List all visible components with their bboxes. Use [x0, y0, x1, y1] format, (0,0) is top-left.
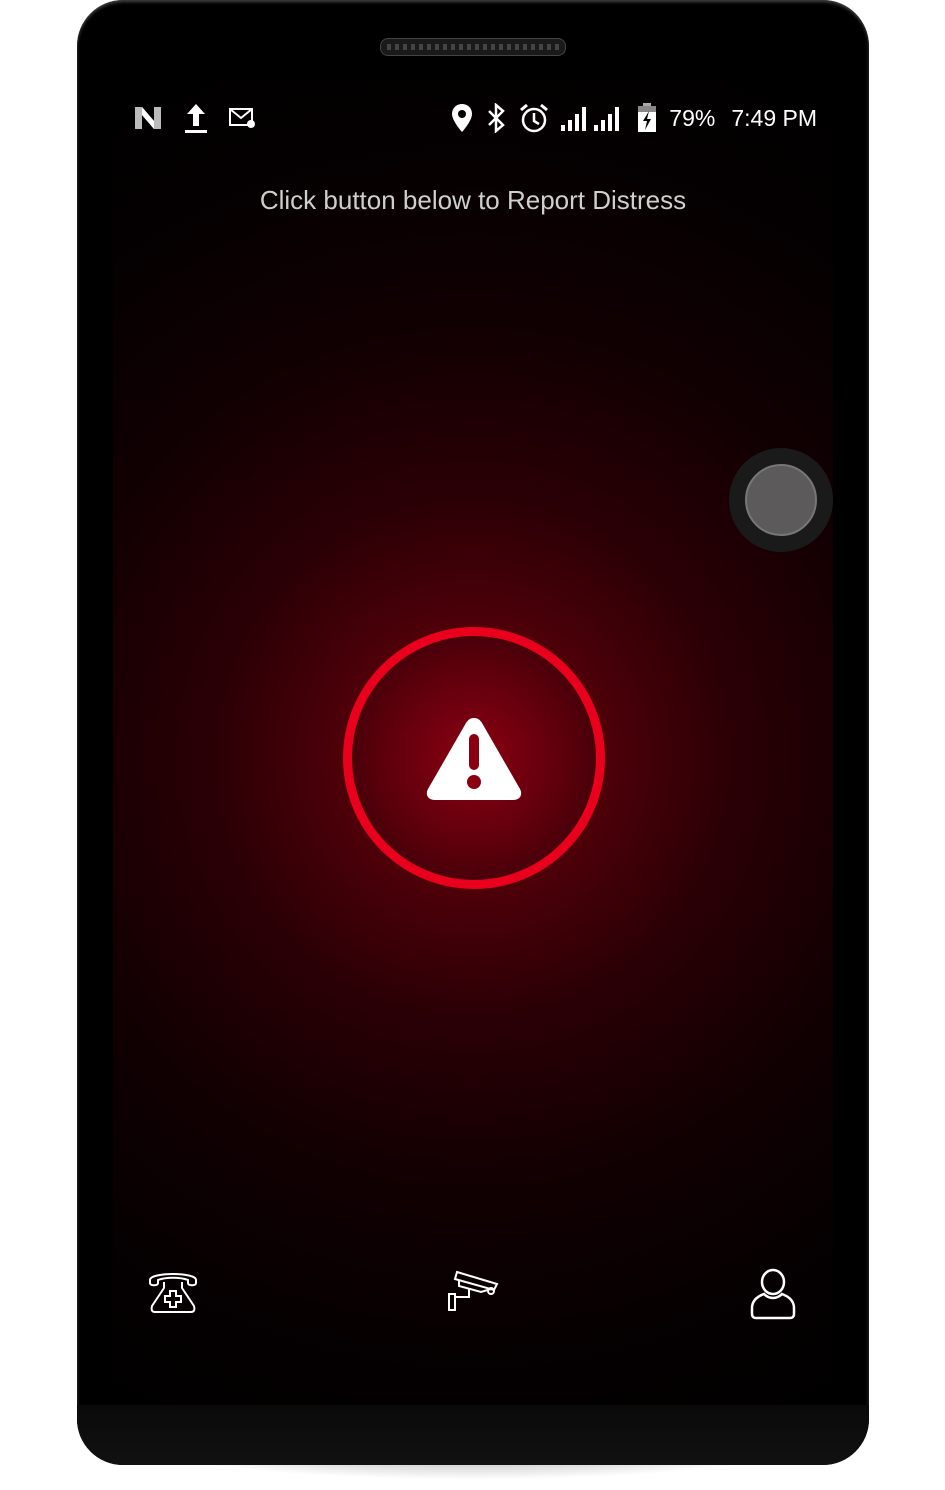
- phone-frame: 79% 7:49 PM Click button below to Report…: [77, 0, 869, 1465]
- alarm-icon: [520, 103, 549, 133]
- upload-icon: [185, 104, 207, 133]
- clock: 7:49 PM: [731, 104, 817, 131]
- profile-icon[interactable]: [750, 1268, 796, 1320]
- n-notification-icon: [135, 107, 161, 129]
- report-distress-button[interactable]: [343, 627, 605, 889]
- phone-chin: [77, 1405, 869, 1465]
- assistive-touch-knob: [745, 464, 817, 536]
- status-bar: 79% 7:49 PM: [133, 100, 817, 136]
- speaker-grille: [380, 38, 566, 56]
- signal-icon: [561, 107, 620, 131]
- battery-charging-icon: [638, 103, 657, 132]
- cctv-camera-icon[interactable]: [447, 1270, 499, 1316]
- report-distress-prompt: Click button below to Report Distress: [259, 185, 687, 215]
- mail-settings-icon: [229, 108, 255, 128]
- warning-icon: [426, 718, 522, 800]
- assistive-touch-button[interactable]: [729, 448, 833, 552]
- bluetooth-icon: [488, 103, 506, 133]
- battery-percent: 79%: [669, 104, 716, 131]
- emergency-call-icon[interactable]: [147, 1268, 199, 1314]
- location-icon: [452, 104, 473, 132]
